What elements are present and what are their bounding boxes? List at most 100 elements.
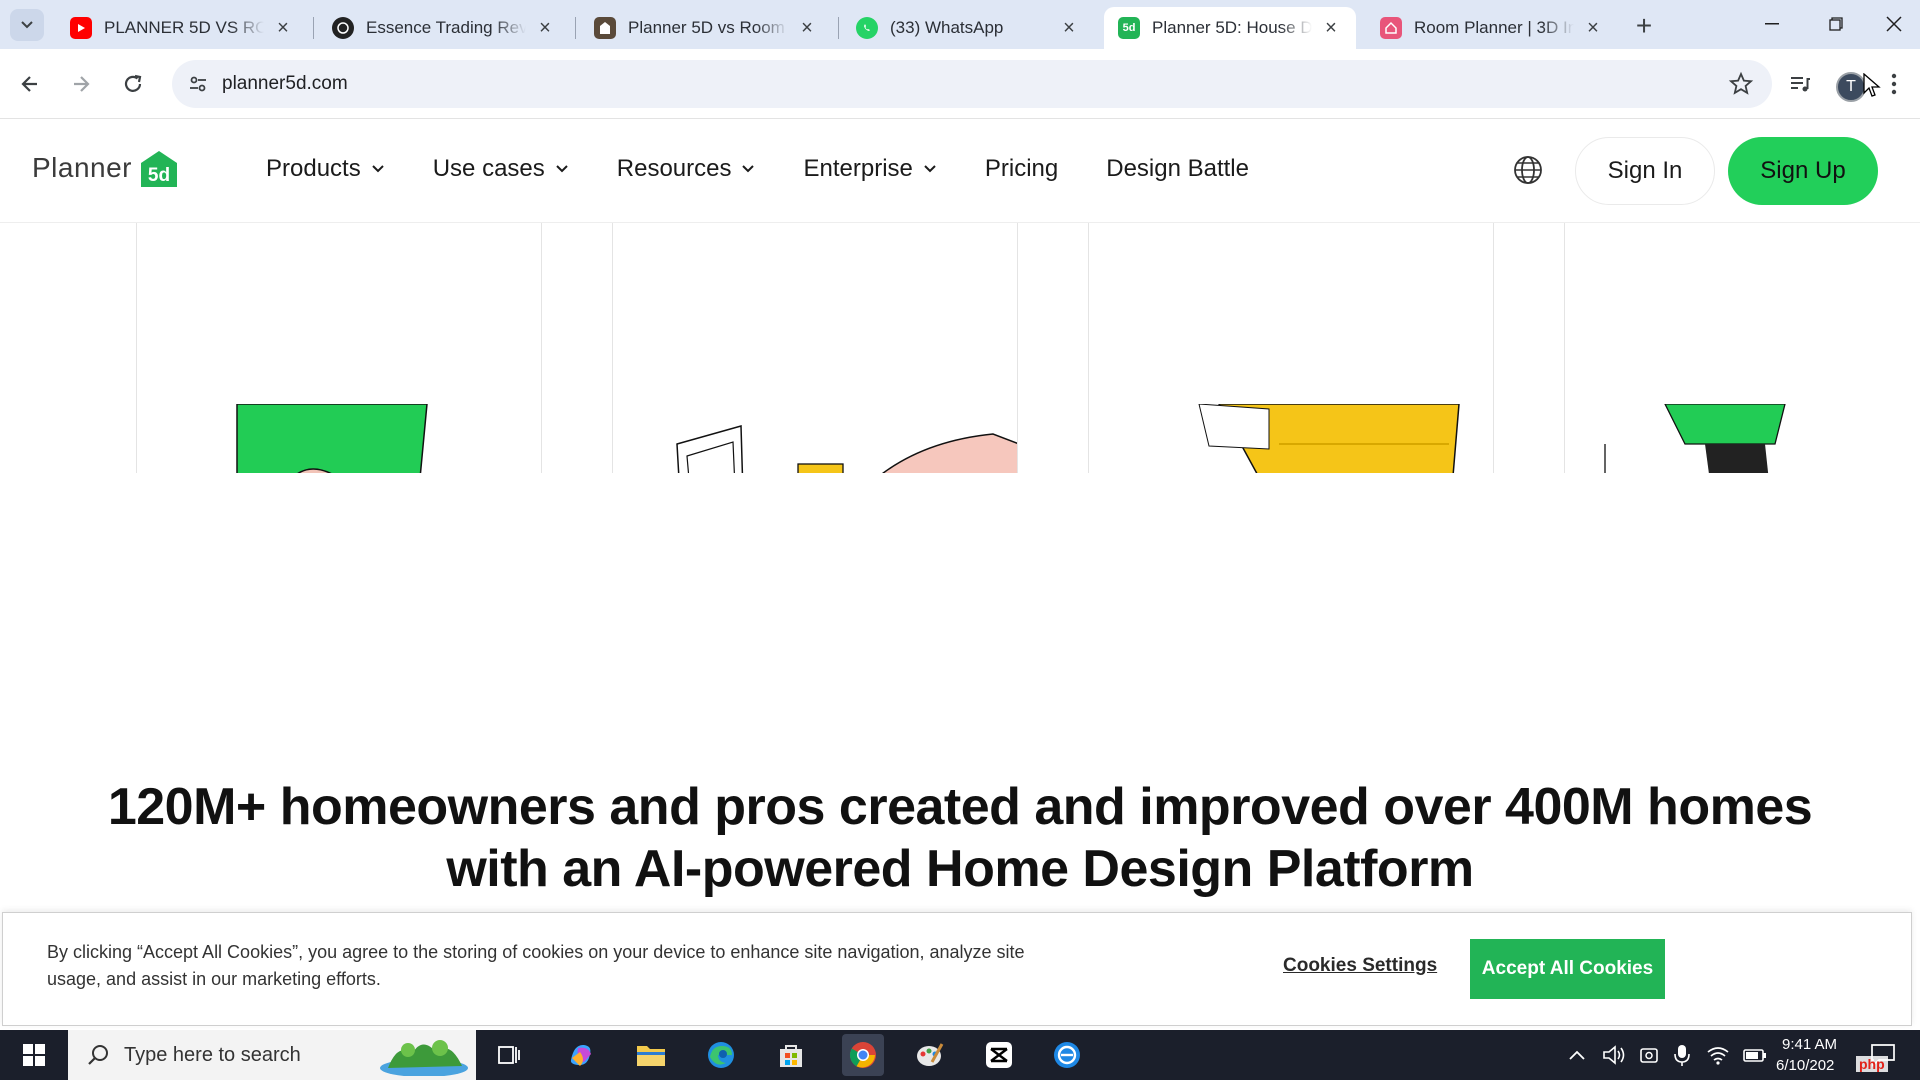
restore-icon <box>1829 17 1843 31</box>
php-watermark: php <box>1856 1056 1888 1072</box>
capcut-app[interactable] <box>982 1038 1016 1072</box>
tab-title: Room Planner | 3D In <box>1414 18 1574 37</box>
restore-button[interactable] <box>1804 0 1868 48</box>
headline-line-2: with an AI-powered Home Design Platform <box>446 840 1474 898</box>
nav-use-cases[interactable]: Use cases <box>433 155 569 183</box>
globe-language-icon[interactable] <box>1512 154 1544 186</box>
main-nav: Products Use cases Resources Enterprise … <box>266 155 1297 183</box>
bookmark-star-icon[interactable] <box>1728 71 1754 97</box>
nav-pricing[interactable]: Pricing <box>985 155 1058 183</box>
headline-line-1: 120M+ homeowners and pros created and im… <box>107 778 1813 836</box>
chrome-menu-button[interactable] <box>1882 64 1906 104</box>
recorder-icon <box>1054 1042 1080 1068</box>
browser-tab[interactable]: (33) WhatsApp × <box>842 7 1094 49</box>
tab-title: Planner 5D vs Room <box>628 18 785 37</box>
new-tab-button[interactable]: + <box>1628 10 1660 42</box>
browser-toolbar: planner5d.com <box>0 49 1920 119</box>
palette-icon <box>917 1043 944 1066</box>
planner5d-logo[interactable]: Planner 5d <box>32 147 180 189</box>
nav-label: Pricing <box>984 155 1059 182</box>
taskbar-search-box[interactable]: Type here to search <box>68 1030 476 1080</box>
chrome-app-active[interactable] <box>842 1034 884 1076</box>
cookies-settings-link[interactable]: Cookies Settings <box>1283 955 1437 977</box>
profile-avatar[interactable]: T <box>1836 72 1866 102</box>
windows-logo-icon <box>23 1044 45 1066</box>
tab-search-button[interactable] <box>10 9 44 41</box>
site-settings-icon[interactable] <box>186 72 210 96</box>
planner5d-house-logo-icon: 5d <box>141 151 178 187</box>
minimize-button[interactable] <box>1740 0 1804 48</box>
room-design-illustration <box>676 425 1017 473</box>
edge-browser-icon <box>708 1042 734 1068</box>
task-view-button[interactable] <box>492 1038 526 1072</box>
chevron-down-icon <box>924 165 936 173</box>
edge-app[interactable] <box>704 1038 738 1072</box>
arrow-left-icon <box>21 76 37 92</box>
back-button[interactable] <box>10 64 50 104</box>
nav-products[interactable]: Products <box>266 155 385 183</box>
address-bar[interactable]: planner5d.com <box>172 60 1772 108</box>
store-bag-icon <box>780 1045 802 1067</box>
close-tab-icon[interactable]: × <box>1058 17 1080 39</box>
tab-separator <box>838 17 839 39</box>
close-tab-icon[interactable]: × <box>534 17 556 39</box>
url-text: planner5d.com <box>222 73 348 94</box>
nav-design-battle[interactable]: Design Battle <box>1106 155 1249 183</box>
3d-house-illustration-card[interactable] <box>1088 223 1494 473</box>
browser-tab[interactable]: Planner 5D vs Room × <box>580 7 832 49</box>
lifestyle-illustration-card[interactable] <box>1564 223 1920 473</box>
forward-button[interactable] <box>61 64 101 104</box>
microsoft-store-app[interactable] <box>774 1038 808 1072</box>
system-tray <box>1568 1030 1768 1080</box>
close-tab-icon[interactable]: × <box>1320 17 1342 39</box>
browser-tab[interactable]: PLANNER 5D VS ROC × <box>56 7 308 49</box>
accept-all-cookies-button[interactable]: Accept All Cookies <box>1470 939 1665 999</box>
close-icon <box>1886 16 1902 32</box>
room-design-illustration-card[interactable] <box>612 223 1018 473</box>
file-explorer-app[interactable] <box>634 1038 668 1072</box>
clock-date: 6/10/202 <box>1776 1057 1835 1074</box>
copilot-app[interactable] <box>564 1038 598 1072</box>
screen-recorder-app[interactable] <box>1050 1038 1084 1072</box>
start-button[interactable] <box>0 1030 68 1080</box>
floor-plan-illustration <box>236 404 428 473</box>
reload-button[interactable] <box>113 64 153 104</box>
microphone-icon[interactable] <box>1672 1043 1692 1067</box>
task-view-icon <box>498 1046 520 1064</box>
sign-in-button[interactable]: Sign In <box>1575 137 1715 205</box>
planner-doc-icon <box>594 17 616 39</box>
folder-icon <box>637 1046 665 1066</box>
tab-title: PLANNER 5D VS ROC <box>104 18 264 37</box>
media-controls-button[interactable] <box>1780 64 1820 104</box>
playlist-icon <box>1791 77 1810 92</box>
battery-icon[interactable] <box>1742 1046 1768 1064</box>
close-window-button[interactable] <box>1868 0 1920 48</box>
close-tab-icon[interactable]: × <box>1582 17 1604 39</box>
nav-label: Enterprise <box>803 155 913 182</box>
close-tab-icon[interactable]: × <box>272 17 294 39</box>
meet-now-icon[interactable] <box>1638 1044 1660 1066</box>
browser-tab-active[interactable]: 5d Planner 5D: House D × <box>1104 7 1356 49</box>
chevron-up-icon[interactable] <box>1568 1049 1586 1061</box>
reload-icon <box>124 74 142 92</box>
nav-resources[interactable]: Resources <box>617 155 756 183</box>
essence-icon <box>332 17 354 39</box>
browser-tab[interactable]: Room Planner | 3D In × <box>1366 7 1618 49</box>
chevron-down-icon <box>742 165 755 173</box>
browser-tab[interactable]: Essence Trading Revi × <box>318 7 570 49</box>
chevron-down-icon <box>21 21 33 29</box>
cookie-consent-text: By clicking “Accept All Cookies”, you ag… <box>47 942 1025 989</box>
copilot-icon <box>570 1044 591 1066</box>
taskbar-clock[interactable]: 9:41 AM 6/10/202 <box>1776 1034 1837 1076</box>
speaker-volume-icon[interactable] <box>1602 1044 1626 1066</box>
nav-enterprise[interactable]: Enterprise <box>803 155 936 183</box>
mouse-cursor-icon <box>1863 73 1881 97</box>
nav-label: Products <box>266 155 361 182</box>
paint-app[interactable] <box>912 1038 946 1072</box>
floor-plan-illustration-card[interactable] <box>136 223 542 473</box>
logo-text: Planner <box>32 152 133 183</box>
close-tab-icon[interactable]: × <box>796 17 818 39</box>
wifi-icon[interactable] <box>1706 1045 1730 1065</box>
tab-title: Planner 5D: House D <box>1152 18 1312 37</box>
sign-up-button[interactable]: Sign Up <box>1728 137 1878 205</box>
